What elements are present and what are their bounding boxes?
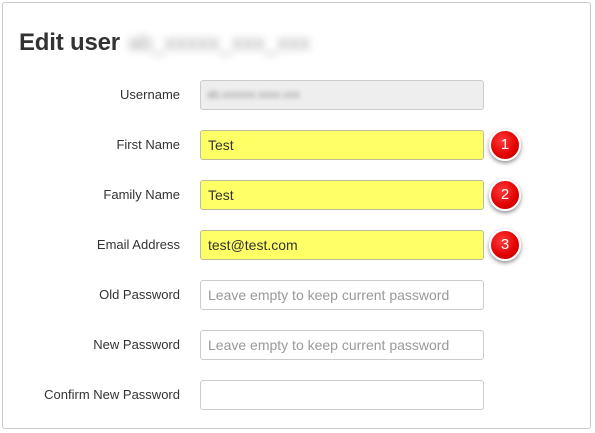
old-password-label: Old Password	[99, 287, 180, 302]
username-value: ab.xxxxxx.xxxx.xxx	[207, 89, 300, 101]
old-password-row: Old Password	[3, 280, 590, 310]
first-name-label: First Name	[116, 137, 180, 152]
confirm-password-label: Confirm New Password	[44, 387, 180, 402]
confirm-password-row: Confirm New Password	[3, 380, 590, 410]
email-label: Email Address	[96, 237, 180, 252]
family-name-label: Family Name	[103, 187, 180, 202]
username-field: ab.xxxxxx.xxxx.xxx	[200, 80, 484, 110]
new-password-field[interactable]	[200, 330, 484, 360]
username-label: Username	[120, 87, 180, 102]
callout-badge-2: 2	[489, 179, 521, 211]
username-row: Username ab.xxxxxx.xxxx.xxx	[3, 80, 590, 110]
family-name-row: Family Name 2	[3, 179, 590, 211]
blurred-username-title: ab_xxxxx_xxx_xxx	[127, 30, 311, 55]
callout-badge-3: 3	[489, 229, 521, 261]
page-title-row: Edit user ab_xxxxx_xxx_xxx	[19, 27, 310, 59]
confirm-password-field[interactable]	[200, 380, 484, 410]
new-password-label: New Password	[93, 337, 180, 352]
new-password-row: New Password	[3, 330, 590, 360]
email-field[interactable]	[200, 230, 484, 260]
edit-user-panel: Edit user ab_xxxxx_xxx_xxx Username ab.x…	[2, 2, 591, 429]
family-name-field[interactable]	[200, 180, 484, 210]
page-title: Edit user	[19, 29, 120, 56]
first-name-row: First Name 1	[3, 129, 590, 161]
old-password-field[interactable]	[200, 280, 484, 310]
callout-badge-1: 1	[489, 129, 521, 161]
email-row: Email Address 3	[3, 229, 590, 261]
first-name-field[interactable]	[200, 130, 484, 160]
